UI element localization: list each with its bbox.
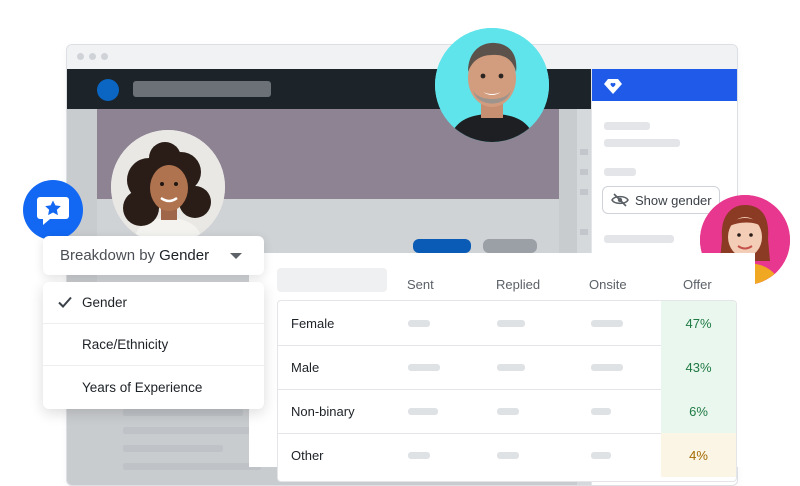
row-label: Other [291,448,324,463]
sent-value-placeholder [408,320,430,327]
diamond-heart-icon [604,79,622,94]
row-label: Male [291,360,320,375]
replied-value-placeholder [497,364,525,371]
panel-placeholder [604,235,674,243]
table-row[interactable]: Female 47% [278,301,736,346]
primary-action-placeholder [413,239,471,253]
row-label: Female [291,316,335,331]
table-row[interactable]: Male 43% [278,345,736,390]
breakdown-table: Female 47% Male 43% Non-binary 6% Other … [277,300,737,482]
menu-item-years-of-experience[interactable]: Years of Experience [43,366,264,408]
app-title-placeholder [133,81,271,97]
scroll-tick [580,189,588,195]
sent-value-placeholder [408,364,440,371]
panel-placeholder [604,139,680,147]
person-portrait-icon [111,130,225,244]
window-dot [89,53,96,60]
offer-value: 43% [661,345,736,389]
menu-item-gender[interactable]: Gender [43,282,264,324]
eye-slash-icon [611,193,629,207]
onsite-value-placeholder [591,320,623,327]
menu-item-label: Race/Ethnicity [82,337,169,352]
replied-value-placeholder [497,408,519,415]
avatar-woman-curly [111,130,225,244]
offer-value: 47% [661,301,736,345]
extension-panel-header [592,69,737,101]
scroll-tick [580,229,588,235]
table-row[interactable]: Non-binary 6% [278,389,736,434]
caret-down-icon [230,253,242,259]
replied-value-placeholder [497,320,525,327]
text-placeholder [123,409,243,416]
breakdown-prefix: Breakdown by [60,247,156,264]
offer-value: 4% [661,433,736,477]
onsite-value-placeholder [591,452,611,459]
text-placeholder [123,445,223,452]
offer-value: 6% [661,389,736,433]
window-dot [77,53,84,60]
window-dot [101,53,108,60]
menu-item-label: Years of Experience [82,379,203,395]
breakdown-dropdown[interactable]: Breakdown by Gender [43,236,264,275]
replied-value-placeholder [497,452,519,459]
chat-star-icon [37,197,69,225]
avatar-man [435,28,549,142]
show-gender-button[interactable]: Show gender [602,186,720,214]
browser-chrome [67,45,737,69]
sent-value-placeholder [408,408,438,415]
scroll-tick [580,149,588,155]
panel-placeholder [604,168,636,176]
filter-placeholder [277,268,387,292]
breakdown-menu: Gender Race/Ethnicity Years of Experienc… [43,282,264,409]
app-logo [97,79,119,101]
sent-value-placeholder [408,452,430,459]
menu-item-race-ethnicity[interactable]: Race/Ethnicity [43,324,264,366]
check-icon [58,296,72,308]
secondary-action-placeholder [483,239,537,253]
panel-placeholder [604,122,650,130]
column-header-sent: Sent [407,277,434,292]
show-gender-label: Show gender [635,192,712,208]
breakdown-selected-value: Gender [159,247,210,264]
onsite-value-placeholder [591,364,623,371]
onsite-value-placeholder [591,408,611,415]
column-header-offer: Offer [683,277,712,292]
scroll-tick [580,169,588,175]
person-portrait-icon [435,28,549,142]
column-header-onsite: Onsite [589,277,627,292]
column-header-replied: Replied [496,277,541,292]
menu-item-label: Gender [82,295,128,310]
row-label: Non-binary [291,404,355,419]
table-row[interactable]: Other 4% [278,433,736,477]
chat-star-badge [23,180,83,240]
